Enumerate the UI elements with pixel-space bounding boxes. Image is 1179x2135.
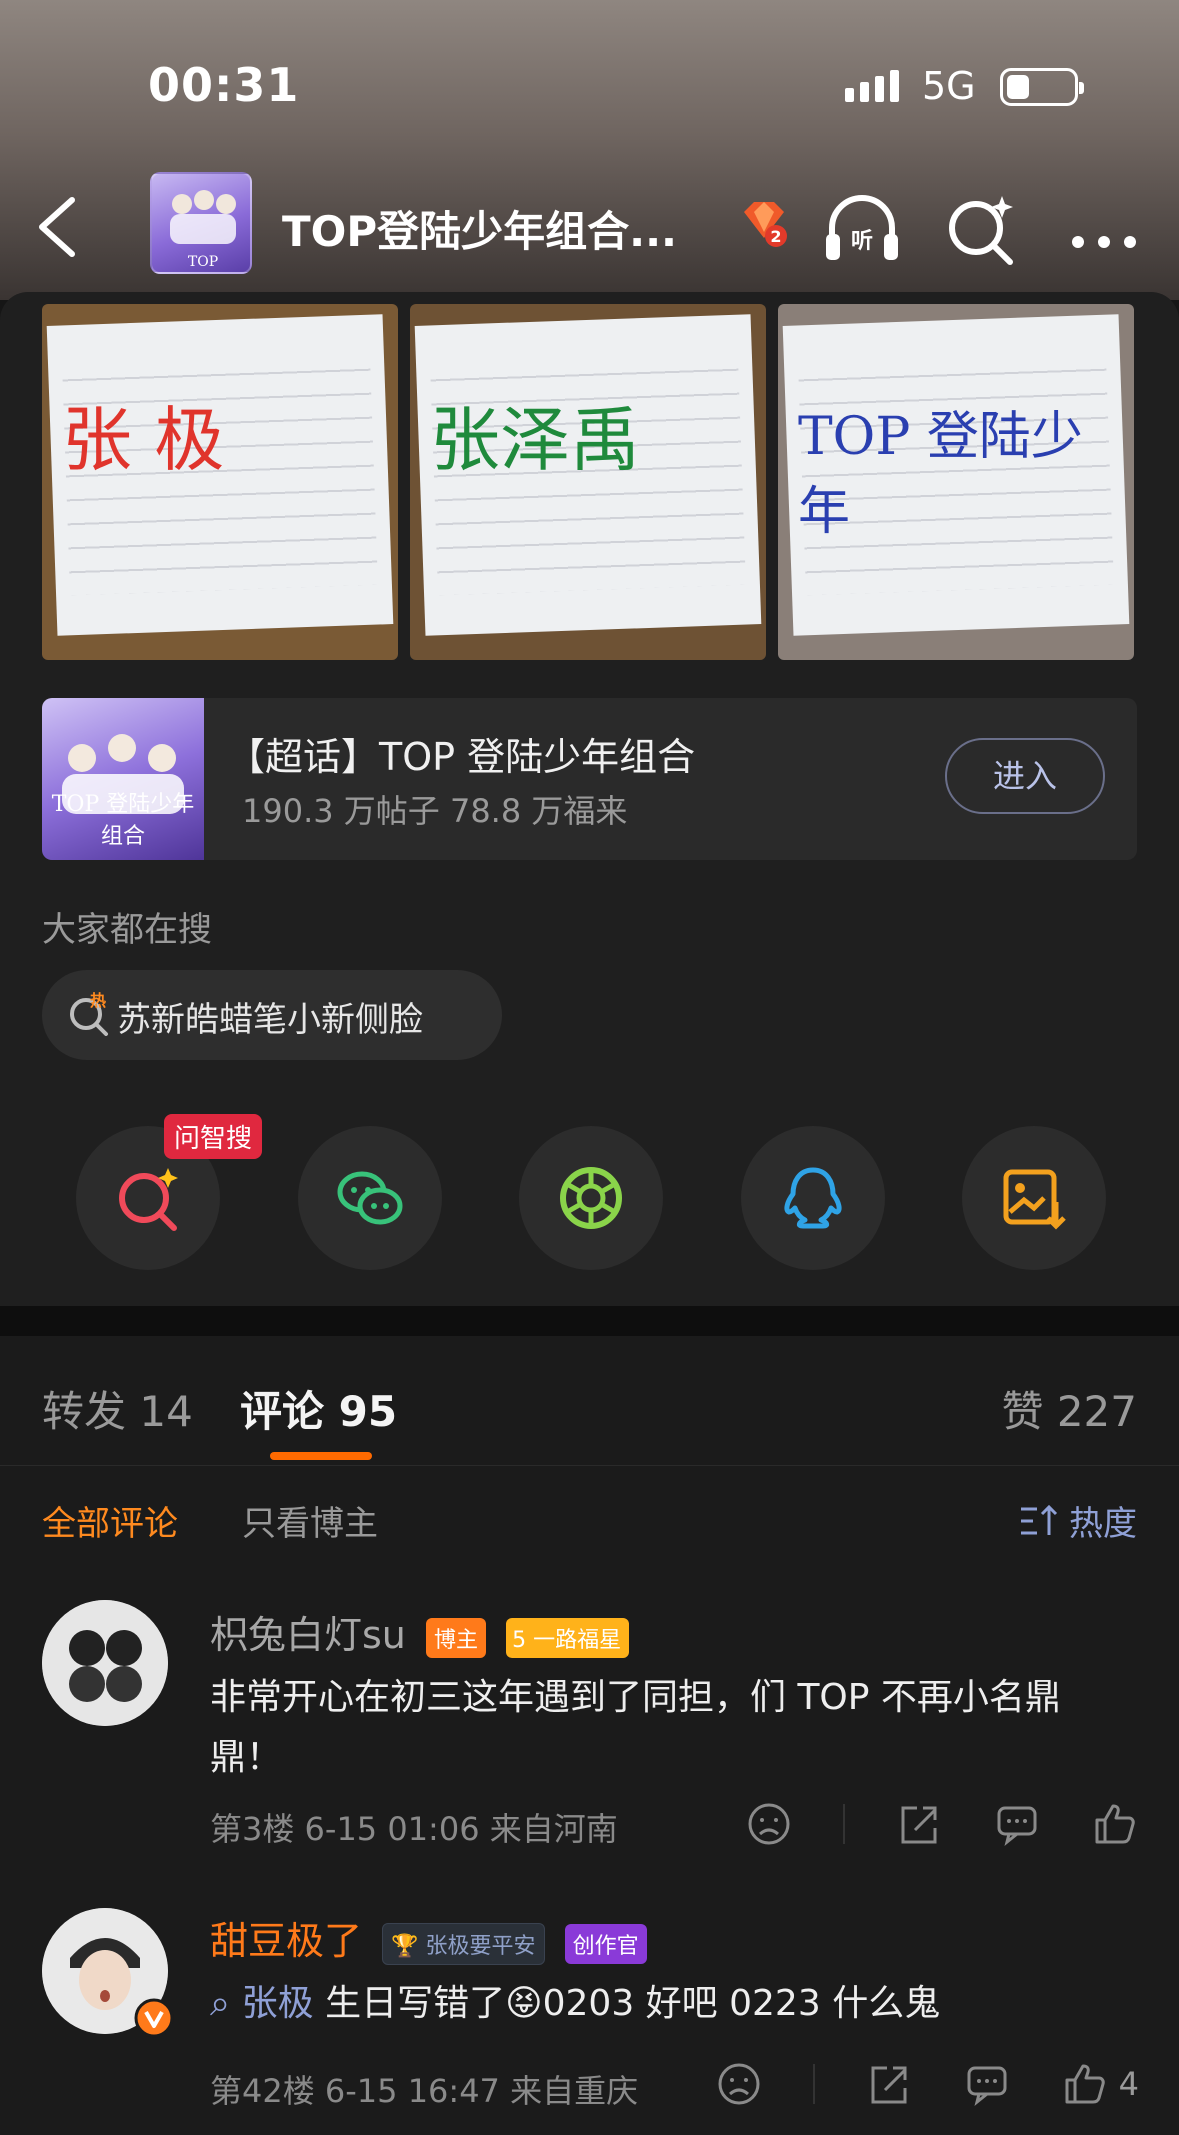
fan-level-badge[interactable]: 5 一路福星 bbox=[506, 1617, 630, 1658]
comment-meta: 第3楼 6-15 01:06 来自河南 bbox=[210, 1810, 618, 1848]
photo-3[interactable]: TOP 登陆少年 bbox=[778, 304, 1134, 660]
comment-text: 非常开心在初三这年遇到了同担，们 TOP 不再小名鼎鼎！ bbox=[210, 1677, 1061, 1778]
photo-grid: 张 极 张泽禹 TOP 登陆少年 bbox=[42, 304, 1134, 660]
rank-badge-icon[interactable]: 2 bbox=[738, 198, 790, 248]
hot-search-icon: 热 bbox=[70, 991, 108, 1036]
fan-level-number: 5 bbox=[512, 1627, 527, 1653]
topic-card[interactable]: TOP 登陆少年组合 【超话】TOP 登陆少年组合 190.3 万帖子 78.8… bbox=[42, 698, 1137, 860]
fan-group-title: 张极要平安 bbox=[425, 1933, 536, 1959]
search-icon[interactable] bbox=[942, 190, 1022, 270]
network-type: 5G bbox=[922, 64, 976, 108]
share-icon[interactable] bbox=[865, 2060, 913, 2108]
top-nav: TOP TOP登陆少年组合... 2 听 bbox=[0, 170, 1179, 280]
enter-button[interactable]: 进入 bbox=[945, 738, 1105, 814]
comment-actions: 4 bbox=[715, 2060, 1139, 2108]
ai-search-icon bbox=[119, 1168, 178, 1231]
wechat-icon bbox=[337, 1171, 402, 1225]
moments-share-button[interactable] bbox=[519, 1126, 663, 1270]
mention-search-icon: ⌕ bbox=[210, 1983, 231, 2024]
post-tabs: 转发 14 评论 95 赞 227 bbox=[0, 1336, 1179, 1466]
fan-group-badge[interactable]: 🏆 张极要平安 bbox=[382, 1922, 545, 1965]
comment-item: 枳兔白灯su 博主 5 一路福星 非常开心在初三这年遇到了同担，们 TOP 不再… bbox=[0, 1576, 1179, 1876]
comment-actions bbox=[745, 1800, 1139, 1848]
filter-all[interactable]: 全部评论 bbox=[42, 1496, 178, 1545]
photo-1-text: 张 极 bbox=[62, 399, 225, 481]
topic-stats: 190.3 万帖子 78.8 万福来 bbox=[242, 792, 628, 830]
hot-mark: 热 bbox=[90, 991, 106, 1010]
dislike-icon[interactable] bbox=[745, 1800, 793, 1848]
topic-title: 【超话】TOP 登陆少年组合 bbox=[227, 735, 696, 779]
hot-search-label: 大家都在搜 bbox=[42, 910, 212, 950]
mention-link[interactable]: 张极 bbox=[242, 1983, 314, 2024]
comment-meta: 第42楼 6-15 16:47 来自重庆 bbox=[210, 2072, 639, 2110]
svg-text:TOP: TOP bbox=[188, 254, 218, 270]
topic-cover-text: TOP 登陆少年组合 bbox=[51, 792, 195, 849]
dislike-icon[interactable] bbox=[715, 2060, 763, 2108]
creator-badge: 创作官 bbox=[564, 1923, 647, 1964]
qq-icon bbox=[783, 1167, 842, 1229]
comment-body: 生日写错了😝0203 好吧 0223 什么鬼 bbox=[325, 1983, 941, 2024]
reply-icon[interactable] bbox=[993, 1800, 1041, 1848]
post-card: 张 极 张泽禹 TOP 登陆少年 TOP 登陆少年组合 【超话】TOP 登陆少年… bbox=[0, 292, 1179, 1306]
sort-label: 热度 bbox=[1069, 1504, 1137, 1544]
tab-comments[interactable]: 评论 95 bbox=[240, 1378, 397, 1439]
photo-3-text: TOP 登陆少年 bbox=[798, 407, 1083, 542]
comment-item: 甜豆极了 🏆 张极要平安 创作官 ⌕ 张极 生日写错了😝0203 好吧 0223… bbox=[0, 1876, 1179, 2135]
save-image-icon bbox=[1003, 1169, 1066, 1230]
photo-1[interactable]: 张 极 bbox=[42, 304, 398, 660]
fan-level-title: 一路福星 bbox=[533, 1627, 622, 1653]
photo-2-text: 张泽禹 bbox=[430, 399, 640, 481]
back-icon[interactable] bbox=[30, 192, 90, 262]
like-count: 4 bbox=[1118, 2065, 1139, 2103]
header-background: 00:31 5G TOP TOP登陆少年组合... 2 听 bbox=[0, 0, 1179, 300]
hot-search-text: 苏新皓蜡笔小新侧脸 bbox=[117, 1000, 423, 1040]
comment-username-text: 枳兔白灯su bbox=[210, 1613, 406, 1657]
filter-author-only[interactable]: 只看博主 bbox=[242, 1496, 378, 1545]
status-time: 00:31 bbox=[148, 58, 300, 112]
listen-icon[interactable]: 听 bbox=[822, 190, 902, 270]
photo-2[interactable]: 张泽禹 bbox=[410, 304, 766, 660]
ask-tag: 问智搜 bbox=[164, 1114, 263, 1159]
action-separator bbox=[843, 1804, 845, 1844]
comment-username[interactable]: 甜豆极了 🏆 张极要平安 创作官 bbox=[210, 1910, 647, 1965]
listen-label: 听 bbox=[851, 229, 873, 254]
more-icon[interactable] bbox=[1066, 190, 1146, 270]
sort-button[interactable]: 热度 bbox=[1019, 1496, 1137, 1545]
trophy-icon: 🏆 bbox=[391, 1933, 419, 1959]
comment-username[interactable]: 枳兔白灯su 博主 5 一路福星 bbox=[210, 1604, 630, 1659]
comment-username-text: 甜豆极了 bbox=[210, 1919, 363, 1963]
qq-share-button[interactable] bbox=[740, 1126, 885, 1270]
active-tab-indicator bbox=[270, 1452, 372, 1460]
hot-search-chip[interactable]: 热 苏新皓蜡笔小新侧脸 bbox=[42, 970, 502, 1060]
author-badge: 博主 bbox=[425, 1617, 486, 1658]
tab-repost[interactable]: 转发 14 bbox=[42, 1378, 193, 1439]
rank-number: 2 bbox=[770, 227, 781, 246]
topic-avatar[interactable]: TOP bbox=[150, 172, 252, 274]
avatar[interactable] bbox=[42, 1600, 168, 1726]
comment-text: ⌕ 张极 生日写错了😝0203 好吧 0223 什么鬼 bbox=[210, 1974, 1130, 2034]
signal-icon bbox=[845, 70, 899, 102]
like-icon[interactable] bbox=[1061, 2060, 1109, 2108]
section-divider bbox=[0, 1306, 1179, 1336]
reply-icon[interactable] bbox=[963, 2060, 1011, 2108]
battery-icon bbox=[1000, 68, 1084, 106]
share-icon[interactable] bbox=[895, 1800, 943, 1848]
save-image-button[interactable] bbox=[962, 1126, 1106, 1270]
like-icon[interactable] bbox=[1091, 1800, 1139, 1848]
status-bar: 00:31 5G bbox=[0, 0, 1179, 180]
moments-icon bbox=[560, 1167, 622, 1229]
ai-search-button[interactable]: 问智搜 bbox=[76, 1114, 263, 1270]
share-row: 问智搜 bbox=[76, 1114, 1106, 1270]
wechat-share-button[interactable] bbox=[297, 1126, 442, 1270]
action-separator bbox=[812, 2064, 815, 2104]
verified-icon bbox=[134, 1998, 174, 2038]
comment-filters: 全部评论 只看博主 热度 bbox=[0, 1466, 1179, 1576]
sort-icon bbox=[1021, 1504, 1058, 1535]
tab-likes[interactable]: 赞 227 bbox=[1001, 1378, 1137, 1439]
page-title: TOP登陆少年组合... bbox=[282, 207, 678, 256]
topic-cover: TOP 登陆少年组合 bbox=[42, 698, 204, 860]
